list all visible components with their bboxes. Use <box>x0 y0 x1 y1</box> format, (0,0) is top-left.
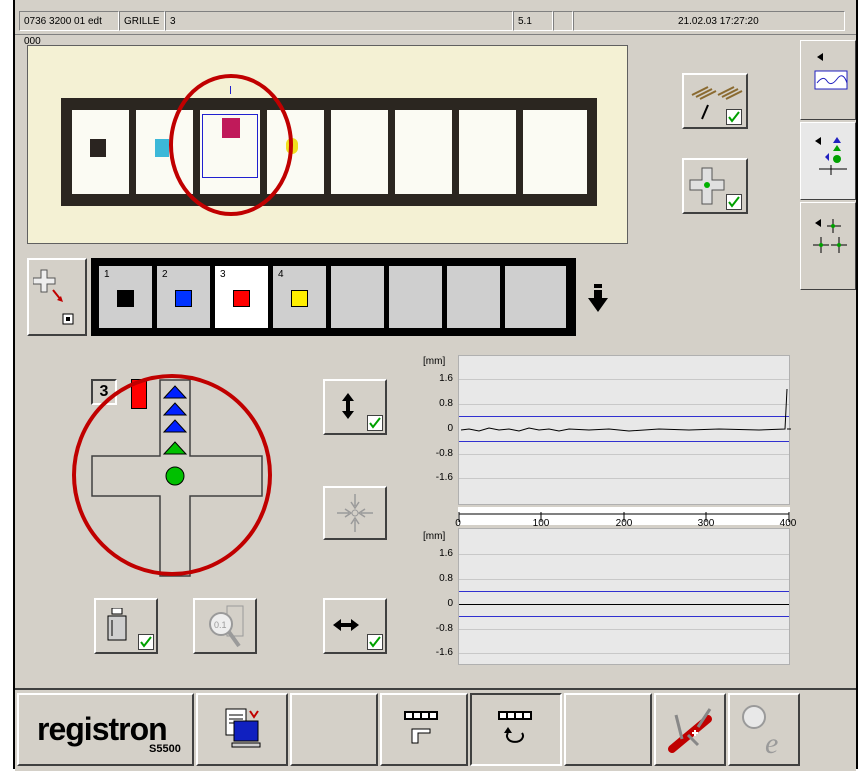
checkbox-icon <box>367 634 383 650</box>
mode-label: GRILLE <box>119 11 165 31</box>
svg-text:e: e <box>765 727 778 757</box>
eye-cross-icon <box>813 219 847 253</box>
cross-arrow-icon <box>33 269 74 325</box>
tick-label: -1.6 <box>435 472 453 483</box>
color-slot-6[interactable] <box>389 266 442 328</box>
magnifier-icon: 0.1 <box>209 605 244 648</box>
loop-icon <box>498 711 532 743</box>
tick-label: 0.8 <box>439 398 453 409</box>
center-button[interactable] <box>323 486 387 540</box>
tick-label: 1.6 <box>439 548 453 559</box>
color-slot-8[interactable] <box>505 266 566 328</box>
tick-label: -0.8 <box>435 623 453 634</box>
color-slot-2[interactable]: 2 <box>157 266 210 328</box>
eye-register-icon <box>815 137 847 175</box>
tick-label: 400 <box>779 518 797 529</box>
chart-top-unit: [mm] <box>423 356 446 367</box>
checkbox-icon <box>726 194 742 210</box>
empty-button-2[interactable] <box>564 693 652 766</box>
swiss-knife-icon <box>668 708 712 753</box>
upper-limit-line <box>459 591 789 592</box>
tick-label: 0 <box>447 423 453 434</box>
model-label: S5500 <box>149 743 181 755</box>
chart-bottom-unit: [mm] <box>423 531 446 542</box>
internet-button[interactable]: e <box>728 693 800 766</box>
eye-wave-icon <box>814 53 848 90</box>
logo-text: registron <box>37 711 168 747</box>
color-slot-5[interactable] <box>331 266 384 328</box>
chart-bottom <box>458 528 790 665</box>
center-arrows-icon <box>337 494 373 532</box>
auto-mode-button[interactable] <box>470 693 562 766</box>
mode-number: 3 <box>165 11 513 31</box>
tab-register-view[interactable] <box>800 122 856 200</box>
lower-limit-line <box>459 616 789 617</box>
computer-report-icon <box>225 708 261 748</box>
tab-cross-view[interactable] <box>800 202 856 290</box>
vertical-register-button[interactable] <box>323 379 387 435</box>
annotation-circle <box>72 374 272 576</box>
internet-explorer-icon: e <box>742 705 778 757</box>
tick-label: -0.8 <box>435 448 453 459</box>
tab-profile-view[interactable] <box>800 40 856 120</box>
registron-logo-button[interactable]: registron S5500 <box>17 693 194 766</box>
camera-image <box>27 45 628 244</box>
tick-label: 300 <box>697 518 715 529</box>
cross-icon <box>689 167 725 205</box>
tick-label: 1.6 <box>439 373 453 384</box>
color-slot-7[interactable] <box>447 266 500 328</box>
arrow-down-icon[interactable] <box>588 284 608 316</box>
doc-id: 0736 3200 01 edt 000 <box>19 11 119 47</box>
cross-check-button[interactable] <box>682 158 748 214</box>
zoom-button[interactable]: 0.1 <box>193 598 257 654</box>
tick-label: 0 <box>447 598 453 609</box>
report-button[interactable] <box>196 693 288 766</box>
svg-text:0.1: 0.1 <box>214 620 227 630</box>
hand-pointer-icon <box>404 711 438 744</box>
horizontal-register-button[interactable] <box>323 598 387 654</box>
sensor-button[interactable] <box>94 598 158 654</box>
checkbox-icon <box>138 634 154 650</box>
checkbox-icon <box>367 415 383 431</box>
annotation-circle <box>169 74 293 216</box>
tick-label: 0.8 <box>439 573 453 584</box>
horizontal-arrow-icon <box>333 619 359 631</box>
tick-label: -1.6 <box>435 647 453 658</box>
manual-mode-button[interactable] <box>380 693 468 766</box>
deviation-trace <box>460 388 791 432</box>
move-mark-button[interactable] <box>27 258 87 336</box>
title-bar: 0736 3200 01 edt 000 GRILLE 3 5.1 21.02.… <box>15 8 856 47</box>
status-cell <box>553 11 573 31</box>
line-check-button[interactable] <box>682 73 748 129</box>
empty-button-1[interactable] <box>290 693 378 766</box>
mark-black <box>90 139 106 157</box>
tools-button[interactable] <box>654 693 726 766</box>
tick-label: 200 <box>615 518 633 529</box>
color-slot-1[interactable]: 1 <box>99 266 152 328</box>
checkbox-icon <box>726 109 742 125</box>
vertical-arrow-icon <box>342 393 354 419</box>
datetime: 21.02.03 17:27:20 <box>573 11 845 31</box>
color-slot-3[interactable]: 3 <box>215 266 268 328</box>
deviation-trace <box>459 604 789 605</box>
version: 5.1 <box>513 11 553 31</box>
tick-label: 0 <box>455 518 461 529</box>
sensor-icon <box>107 608 127 641</box>
color-slot-4[interactable]: 4 <box>273 266 326 328</box>
tick-label: 100 <box>532 518 550 529</box>
